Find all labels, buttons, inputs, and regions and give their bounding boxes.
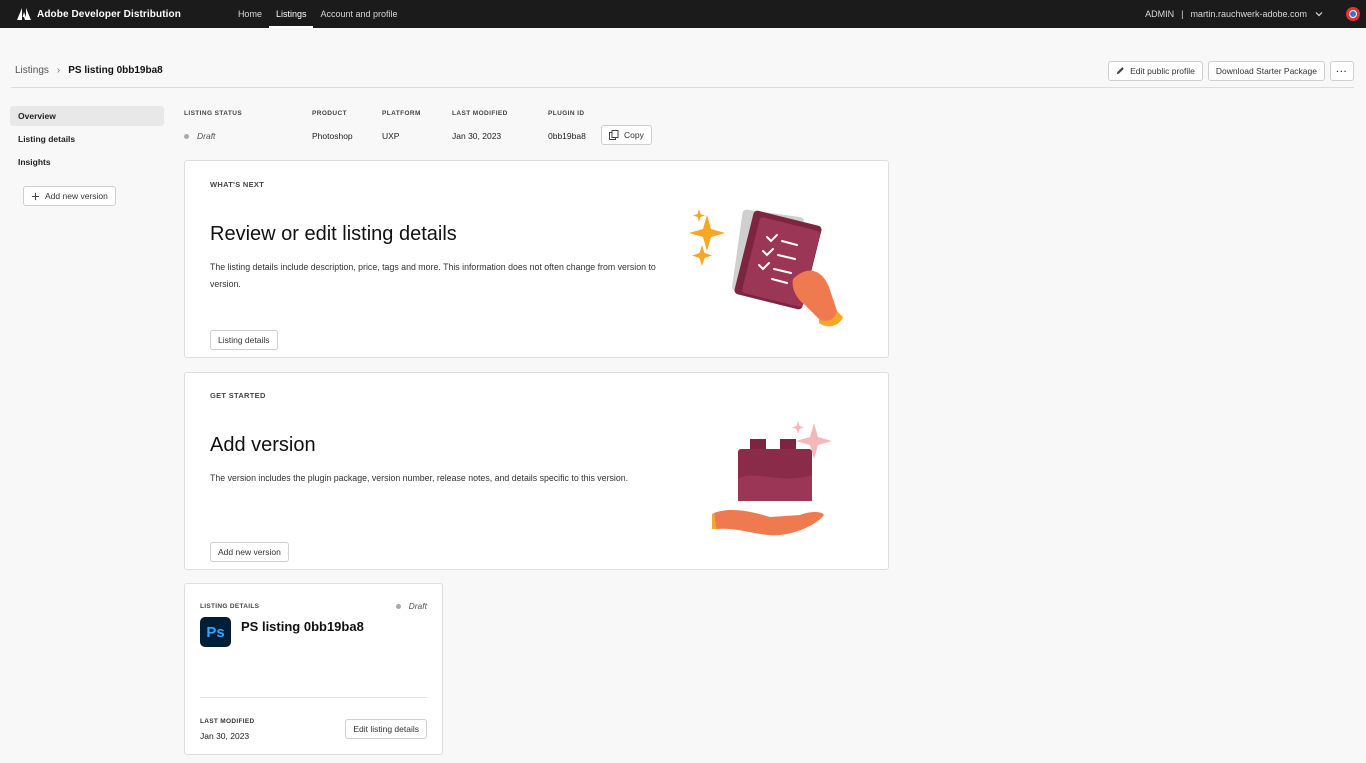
role-separator: | bbox=[1181, 9, 1184, 19]
listing-details-button[interactable]: Listing details bbox=[210, 330, 278, 350]
get-started-eyebrow: GET STARTED bbox=[210, 391, 266, 400]
brand-name: Adobe Developer Distribution bbox=[37, 8, 181, 20]
pencil-icon bbox=[1117, 67, 1124, 75]
listing-details-card: LISTING DETAILS Draft Ps PS listing 0bb1… bbox=[184, 583, 443, 755]
role-label: ADMIN bbox=[1145, 9, 1175, 19]
document-review-illustration-icon bbox=[689, 209, 843, 327]
status-col-listing-status: LISTING STATUS Draft bbox=[184, 110, 242, 141]
divider bbox=[200, 697, 427, 698]
breadcrumb-listings[interactable]: Listings bbox=[15, 65, 49, 76]
plus-icon bbox=[31, 192, 40, 200]
status-col-product: PRODUCT Photoshop bbox=[312, 110, 353, 141]
listing-card-status: Draft bbox=[395, 601, 427, 611]
nav-links: Home Listings Account and profile bbox=[231, 0, 405, 28]
top-nav: Adobe Developer Distribution Home Listin… bbox=[0, 0, 1366, 28]
adobe-logo-icon bbox=[17, 8, 31, 20]
add-new-version-button[interactable]: Add new version bbox=[210, 542, 289, 562]
platform-value: UXP bbox=[382, 131, 400, 141]
platform-label: PLATFORM bbox=[382, 110, 421, 117]
listing-status-label: LISTING STATUS bbox=[184, 110, 243, 117]
listing-card-last-modified-label: LAST MODIFIED bbox=[200, 718, 255, 725]
package-in-hand-illustration-icon bbox=[712, 421, 832, 536]
download-starter-package-button[interactable]: Download Starter Package bbox=[1207, 60, 1325, 81]
status-col-plugin-id: PLUGIN ID 0bb19ba8 bbox=[548, 110, 586, 141]
nav-home[interactable]: Home bbox=[231, 0, 269, 28]
header-actions: Edit public profile Download Starter Pac… bbox=[1108, 60, 1354, 81]
user-menu[interactable]: ADMIN | martin.rauchwerk-adobe.com bbox=[1145, 7, 1366, 21]
edit-listing-details-button[interactable]: Edit listing details bbox=[345, 719, 427, 739]
sidebar-item-overview[interactable]: Overview bbox=[10, 106, 164, 126]
copy-icon bbox=[609, 130, 619, 140]
whats-next-description: The listing details include description,… bbox=[210, 262, 656, 289]
sidebar-item-listing-details[interactable]: Listing details bbox=[10, 129, 164, 149]
nav-account-and-profile[interactable]: Account and profile bbox=[313, 0, 404, 28]
chevron-right-icon: › bbox=[56, 65, 61, 76]
photoshop-icon: Ps bbox=[200, 617, 231, 647]
brand[interactable]: Adobe Developer Distribution bbox=[17, 8, 181, 20]
status-dot-icon bbox=[395, 603, 401, 609]
product-value: Photoshop bbox=[312, 131, 353, 141]
copy-plugin-id-button[interactable]: Copy bbox=[601, 125, 652, 145]
whats-next-eyebrow: WHAT'S NEXT bbox=[210, 180, 265, 189]
last-modified-label: LAST MODIFIED bbox=[452, 110, 508, 117]
sidebar-add-new-version-button[interactable]: Add new version bbox=[23, 186, 116, 206]
plugin-id-value: 0bb19ba8 bbox=[548, 131, 586, 141]
more-options-button[interactable]: ··· bbox=[1330, 60, 1354, 81]
listing-card-eyebrow: LISTING DETAILS bbox=[200, 603, 260, 610]
edit-public-profile-button[interactable]: Edit public profile bbox=[1108, 60, 1203, 81]
sidebar: Overview Listing details Insights Add ne… bbox=[10, 106, 164, 206]
status-col-last-modified: LAST MODIFIED Jan 30, 2023 bbox=[452, 110, 508, 141]
avatar[interactable] bbox=[1346, 7, 1360, 21]
get-started-title: Add version bbox=[210, 434, 316, 456]
page-title: PS listing 0bb19ba8 bbox=[68, 65, 163, 76]
status-dot-icon bbox=[184, 133, 189, 139]
last-modified-value: Jan 30, 2023 bbox=[452, 131, 502, 141]
listing-card-last-modified-value: Jan 30, 2023 bbox=[200, 731, 250, 741]
copy-label: Copy bbox=[624, 130, 644, 140]
listing-card-title: PS listing 0bb19ba8 bbox=[241, 619, 364, 634]
product-label: PRODUCT bbox=[312, 110, 347, 117]
get-started-card: GET STARTED Add version The version incl… bbox=[184, 372, 889, 570]
nav-listings[interactable]: Listings bbox=[268, 0, 314, 28]
status-col-platform: PLATFORM UXP bbox=[382, 110, 421, 141]
page-header: Listings › PS listing 0bb19ba8 Edit publ… bbox=[11, 54, 1354, 88]
listing-status-text: Draft bbox=[197, 131, 216, 141]
plugin-id-label: PLUGIN ID bbox=[548, 110, 585, 117]
add-new-version-label: Add new version bbox=[45, 191, 108, 201]
whats-next-card: WHAT'S NEXT Review or edit listing detai… bbox=[184, 160, 889, 358]
sidebar-item-insights[interactable]: Insights bbox=[10, 152, 164, 172]
user-email: martin.rauchwerk-adobe.com bbox=[1190, 9, 1307, 19]
listing-status-value: Draft bbox=[184, 131, 242, 141]
whats-next-title: Review or edit listing details bbox=[210, 223, 457, 245]
chevron-down-icon[interactable] bbox=[1314, 9, 1324, 19]
edit-public-profile-label: Edit public profile bbox=[1130, 65, 1195, 76]
listing-card-status-text: Draft bbox=[408, 601, 427, 611]
get-started-description: The version includes the plugin package,… bbox=[210, 473, 629, 483]
